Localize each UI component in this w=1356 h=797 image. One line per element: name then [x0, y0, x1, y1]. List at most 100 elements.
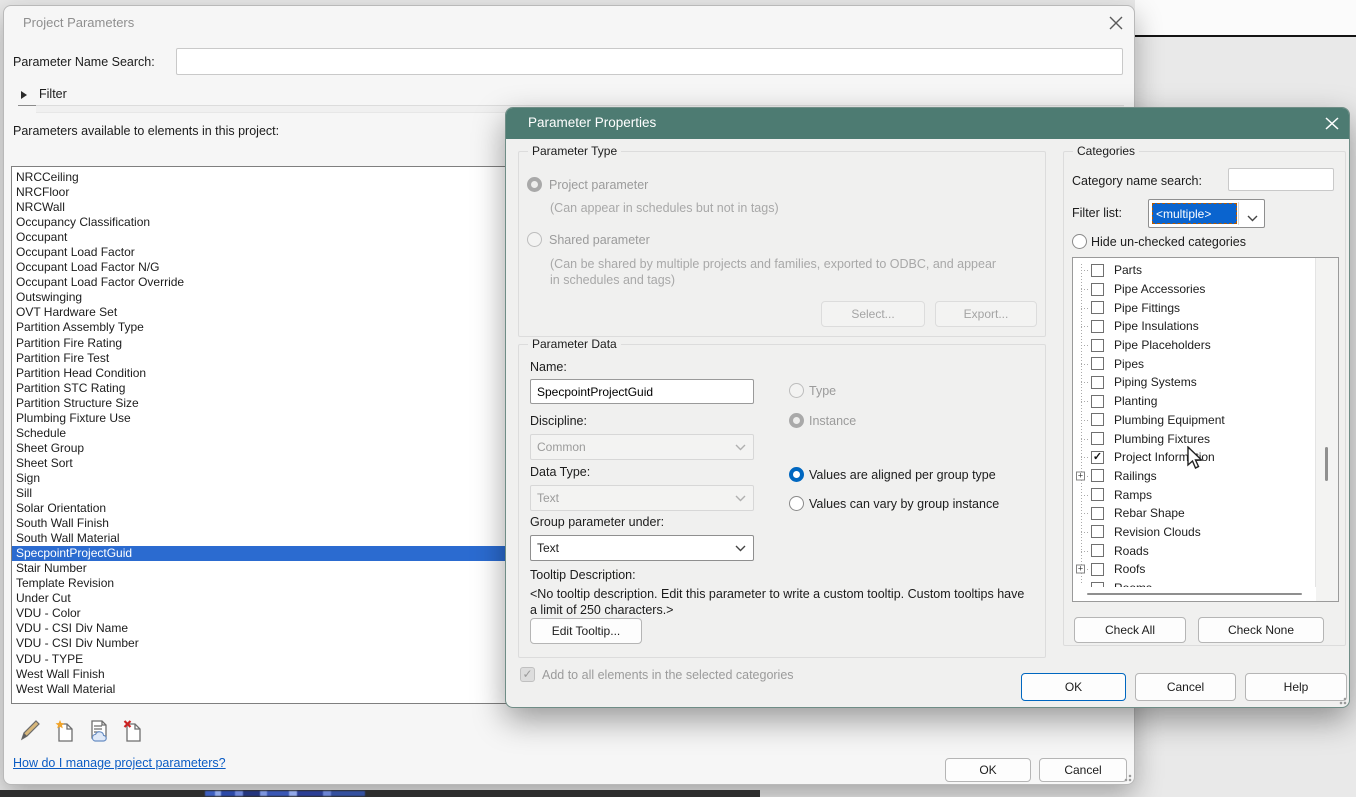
category-name-search-input[interactable] — [1228, 168, 1334, 191]
category-row[interactable]: Ramps — [1073, 485, 1316, 504]
titlebar[interactable]: Parameter Properties — [506, 108, 1350, 139]
name-input[interactable] — [530, 379, 754, 404]
bottom-bar-content — [205, 791, 365, 796]
check-none-button[interactable]: Check None — [1198, 617, 1324, 643]
select-button[interactable]: Select... — [821, 301, 925, 327]
category-checkbox[interactable] — [1091, 357, 1104, 370]
category-checkbox[interactable] — [1091, 395, 1104, 408]
cancel-button[interactable]: Cancel — [1039, 758, 1127, 782]
category-label: Roofs — [1114, 562, 1145, 576]
check-all-button[interactable]: Check All — [1074, 617, 1186, 643]
category-row[interactable]: Rebar Shape — [1073, 504, 1316, 523]
shared-parameter-cloud-icon[interactable] — [87, 718, 111, 744]
category-row[interactable]: Parts — [1073, 261, 1316, 280]
close-icon[interactable] — [1320, 113, 1344, 135]
category-checkbox[interactable] — [1091, 469, 1104, 482]
category-checkbox[interactable] — [1091, 301, 1104, 314]
tooltip-description-text: <No tooltip description. Edit this param… — [530, 587, 1030, 614]
shared-parameter-radio[interactable] — [527, 232, 542, 247]
category-checkbox[interactable] — [1091, 544, 1104, 557]
export-button[interactable]: Export... — [935, 301, 1037, 327]
help-button[interactable]: Help — [1245, 673, 1347, 701]
category-row[interactable]: Roofs — [1073, 560, 1316, 579]
category-label: Parts — [1114, 263, 1142, 277]
category-checkbox[interactable] — [1091, 320, 1104, 333]
discipline-select[interactable]: Common — [530, 434, 754, 460]
resize-grip[interactable] — [1121, 771, 1132, 782]
category-row[interactable]: Pipe Fittings — [1073, 298, 1316, 317]
category-row[interactable]: Railings — [1073, 467, 1316, 486]
category-checkbox[interactable] — [1091, 376, 1104, 389]
category-checkbox[interactable] — [1091, 339, 1104, 352]
category-checkbox[interactable] — [1091, 413, 1104, 426]
data-type-label: Data Type: — [530, 465, 590, 479]
category-row[interactable]: Pipe Placeholders — [1073, 336, 1316, 355]
category-checkbox[interactable] — [1091, 432, 1104, 445]
category-checkbox[interactable] — [1091, 283, 1104, 296]
instance-radio-label: Instance — [809, 414, 856, 428]
close-icon[interactable] — [1104, 12, 1128, 34]
category-label: Ramps — [1114, 488, 1152, 502]
category-row[interactable]: Plumbing Fixtures — [1073, 429, 1316, 448]
tooltip-description-label: Tooltip Description: — [530, 568, 636, 582]
vertical-scrollbar[interactable] — [1315, 258, 1338, 601]
ok-button[interactable]: OK — [1021, 673, 1126, 701]
filter-expander-label[interactable]: Filter — [39, 87, 67, 101]
category-tree-rows: Parts Pipe Accessories Pipe FittingsPipe I… — [1073, 258, 1316, 601]
filter-list-value: <multiple> — [1152, 203, 1237, 224]
category-label: Piping Systems — [1114, 375, 1197, 389]
type-radio[interactable] — [789, 383, 804, 398]
category-row[interactable]: Pipe Insulations — [1073, 317, 1316, 336]
expand-plus-icon[interactable] — [1076, 565, 1085, 574]
scrollbar-thumb[interactable] — [1087, 593, 1302, 595]
cancel-button[interactable]: Cancel — [1135, 673, 1236, 701]
project-parameter-radio[interactable] — [527, 177, 542, 192]
category-checkbox[interactable] — [1091, 264, 1104, 277]
horizontal-scrollbar[interactable] — [1073, 587, 1316, 601]
category-checkbox[interactable] — [1091, 563, 1104, 576]
category-row[interactable]: Pipes — [1073, 354, 1316, 373]
ok-button[interactable]: OK — [945, 758, 1031, 782]
category-label: Plumbing Fixtures — [1114, 432, 1210, 446]
values-vary-radio[interactable] — [789, 496, 804, 511]
new-parameter-icon[interactable] — [53, 718, 77, 744]
filter-expand-arrow-icon[interactable] — [21, 91, 27, 99]
background-app-area — [1135, 0, 1356, 35]
category-checkbox[interactable] — [1091, 507, 1104, 520]
dialog-title: Parameter Properties — [528, 115, 656, 130]
category-label: Pipe Placeholders — [1114, 338, 1211, 352]
hide-unchecked-checkbox[interactable] — [1072, 234, 1087, 249]
expand-plus-icon[interactable] — [1076, 471, 1085, 480]
category-checkbox[interactable] — [1091, 525, 1104, 538]
chevron-down-icon — [735, 541, 746, 555]
data-type-select[interactable]: Text — [530, 485, 754, 511]
category-label: Pipe Accessories — [1114, 282, 1205, 296]
delete-parameter-icon[interactable] — [121, 718, 145, 744]
category-row[interactable]: Piping Systems — [1073, 373, 1316, 392]
category-checkbox[interactable] — [1091, 488, 1104, 501]
values-aligned-radio[interactable] — [789, 467, 804, 482]
group-parameter-under-select[interactable]: Text — [530, 535, 754, 561]
chevron-down-icon — [735, 491, 746, 505]
category-row[interactable]: Revision Clouds — [1073, 523, 1316, 542]
category-label: Revision Clouds — [1114, 525, 1201, 539]
category-checkbox[interactable] — [1091, 451, 1104, 464]
filter-list-select[interactable]: <multiple> — [1148, 199, 1265, 228]
parameter-name-search-input[interactable] — [176, 48, 1123, 75]
scrollbar-thumb[interactable] — [1325, 447, 1328, 481]
category-row[interactable]: Pipe Accessories — [1073, 280, 1316, 299]
add-to-all-checkbox[interactable] — [520, 667, 535, 682]
edit-parameter-icon[interactable] — [18, 718, 42, 744]
edit-tooltip-button[interactable]: Edit Tooltip... — [530, 618, 642, 644]
dialog-title: Project Parameters — [23, 15, 134, 30]
category-row[interactable]: Plumbing Equipment — [1073, 411, 1316, 430]
category-row[interactable]: Project Information — [1073, 448, 1316, 467]
category-row[interactable]: Roads — [1073, 541, 1316, 560]
help-link[interactable]: How do I manage project parameters? — [13, 756, 226, 770]
category-row[interactable]: Planting — [1073, 392, 1316, 411]
category-label: Railings — [1114, 469, 1157, 483]
instance-radio[interactable] — [789, 413, 804, 428]
resize-grip[interactable] — [1336, 694, 1347, 705]
category-tree[interactable]: Parts Pipe Accessories Pipe FittingsPipe I… — [1072, 257, 1339, 602]
chevron-down-icon — [735, 440, 746, 454]
